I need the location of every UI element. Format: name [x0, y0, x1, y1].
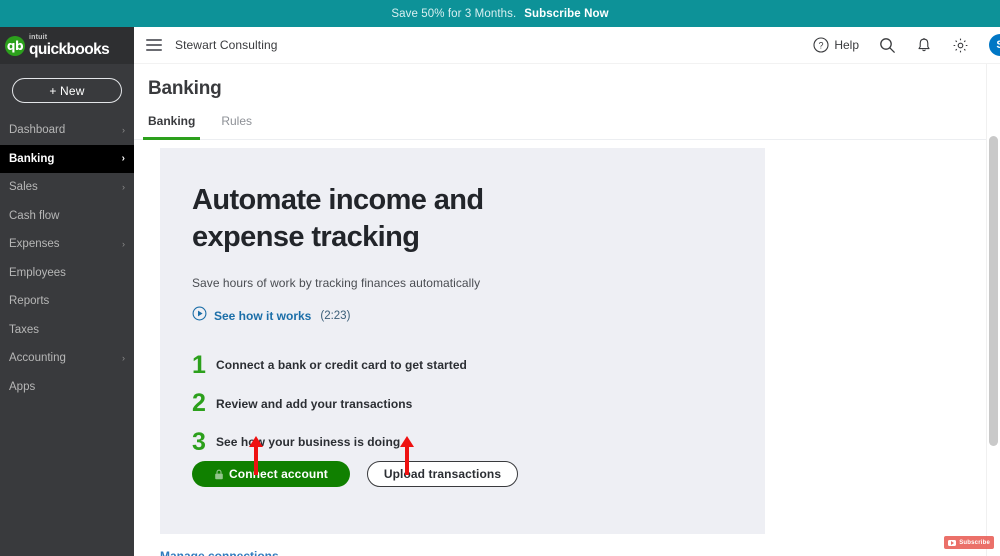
quickbooks-wordmark: quickbooks [29, 40, 110, 58]
vertical-scrollbar-thumb[interactable] [989, 136, 998, 446]
youtube-subscribe-overlay[interactable]: Subscribe [944, 536, 994, 549]
sidebar-item-employees[interactable]: Employees [0, 259, 134, 288]
subscribe-now-link[interactable]: Subscribe Now [524, 8, 608, 20]
step-item: 3 See how your business is doing [192, 423, 765, 462]
step-item: 1 Connect a bank or credit card to get s… [192, 346, 765, 385]
upload-transactions-button[interactable]: Upload transactions [366, 461, 519, 487]
svg-text:?: ? [819, 41, 824, 51]
video-link-label: See how it works [214, 309, 312, 324]
tab-bar: Banking Rules [134, 114, 992, 140]
see-how-it-works-link[interactable]: See how it works (2:23) [192, 306, 765, 326]
app-root: Save 50% for 3 Months. Subscribe Now qb … [0, 0, 1000, 556]
new-button[interactable]: + New [12, 78, 122, 103]
youtube-subscribe-label: Subscribe [959, 539, 990, 546]
step-text: Review and add your transactions [216, 396, 413, 411]
vertical-scrollbar-track[interactable] [986, 64, 1000, 556]
sidebar-item-label: Accounting [9, 352, 66, 365]
sidebar-item-taxes[interactable]: Taxes [0, 316, 134, 345]
sidebar-item-label: Apps [9, 380, 36, 393]
sidebar-item-label: Taxes [9, 323, 40, 336]
sidebar-item-dashboard[interactable]: Dashboard › [0, 116, 134, 145]
topbar-actions: ? Help [813, 34, 1000, 56]
sidebar-item-label: Cash flow [9, 209, 60, 222]
chevron-right-icon: › [122, 239, 125, 250]
tab-rules[interactable]: Rules [221, 114, 252, 139]
onboarding-hero-panel: Automate income and expense tracking Sav… [160, 148, 765, 534]
chevron-right-icon: › [122, 182, 125, 193]
connect-account-label: Connect account [229, 467, 328, 481]
step-text: Connect a bank or credit card to get sta… [216, 358, 467, 373]
topbar: Stewart Consulting ? Help [134, 27, 1000, 64]
sidebar-item-label: Banking [9, 152, 55, 165]
sidebar-item-banking[interactable]: Banking › [0, 144, 134, 173]
page-title: Banking [148, 78, 222, 99]
main-content: Banking Banking Rules Automate income an… [134, 64, 992, 556]
sidebar-item-cash-flow[interactable]: Cash flow [0, 202, 134, 231]
gear-icon[interactable] [952, 37, 969, 54]
hero-subheading: Save hours of work by tracking finances … [192, 276, 481, 291]
sidebar-item-label: Expenses [9, 238, 60, 251]
sidebar-item-sales[interactable]: Sales › [0, 173, 134, 202]
steps-list: 1 Connect a bank or credit card to get s… [192, 346, 765, 462]
promo-banner: Save 50% for 3 Months. Subscribe Now [0, 0, 1000, 27]
manage-connections-link[interactable]: Manage connections [160, 549, 279, 556]
company-name: Stewart Consulting [175, 38, 278, 52]
hamburger-icon[interactable] [146, 39, 162, 51]
bell-icon[interactable] [916, 37, 932, 54]
sidebar-item-reports[interactable]: Reports [0, 287, 134, 316]
chevron-right-icon: › [122, 353, 125, 364]
chevron-right-icon: › [121, 153, 125, 165]
sidebar-item-accounting[interactable]: Accounting › [0, 344, 134, 373]
avatar[interactable]: S [989, 34, 1000, 56]
step-number: 3 [192, 427, 206, 456]
sidebar-item-label: Employees [9, 266, 66, 279]
hero-action-buttons: Connect account Upload transactions [192, 461, 519, 487]
logo-text: intuit quickbooks [29, 33, 110, 58]
qb-logo-icon: qb [5, 35, 25, 56]
help-icon: ? [813, 37, 829, 53]
step-text: See how your business is doing [216, 435, 401, 450]
sidebar-item-expenses[interactable]: Expenses › [0, 230, 134, 259]
chevron-right-icon: › [122, 125, 125, 136]
step-number: 1 [192, 350, 206, 379]
sidebar-item-label: Reports [9, 295, 50, 308]
sidebar: qb intuit quickbooks + New Dashboard › B… [0, 27, 134, 556]
sidebar-item-apps[interactable]: Apps [0, 373, 134, 402]
connect-account-button[interactable]: Connect account [192, 461, 350, 487]
hero-heading: Automate income and expense tracking [192, 184, 484, 254]
video-duration: (2:23) [320, 310, 351, 323]
sidebar-item-label: Sales [9, 181, 38, 194]
help-button[interactable]: ? Help [813, 37, 859, 53]
intuit-wordmark: intuit [29, 33, 48, 41]
search-icon[interactable] [879, 37, 896, 54]
promo-text: Save 50% for 3 Months. [391, 7, 517, 20]
sidebar-nav: Dashboard › Banking › Sales › Cash flow … [0, 116, 134, 401]
help-label: Help [834, 38, 859, 52]
hero-inner: Automate income and expense tracking Sav… [160, 148, 765, 462]
step-item: 2 Review and add your transactions [192, 385, 765, 424]
youtube-play-icon [948, 539, 957, 546]
quickbooks-logo[interactable]: qb intuit quickbooks [0, 27, 134, 64]
play-circle-icon [192, 306, 207, 326]
tab-banking[interactable]: Banking [142, 114, 201, 140]
lock-icon [215, 469, 223, 479]
sidebar-item-label: Dashboard [9, 124, 66, 137]
step-number: 2 [192, 389, 206, 418]
